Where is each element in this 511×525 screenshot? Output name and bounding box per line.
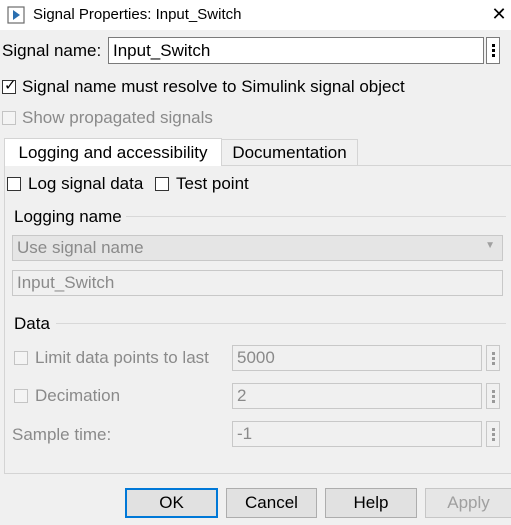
simulink-app-icon <box>7 6 25 24</box>
tab-documentation[interactable]: Documentation <box>221 139 358 166</box>
decimation-checkbox[interactable] <box>14 389 28 403</box>
log-signal-data-checkbox[interactable] <box>7 177 21 191</box>
decimation-value: 2 <box>237 386 247 405</box>
chevron-down-icon: ▼ <box>485 240 495 251</box>
logging-name-mode-value: Use signal name <box>17 238 144 257</box>
tab-logging-accessibility-label: Logging and accessibility <box>18 142 208 162</box>
tab-documentation-label: Documentation <box>232 142 347 162</box>
show-propagated-label: Show propagated signals <box>22 108 213 127</box>
checkmark-icon: ✓ <box>4 77 17 94</box>
ok-button[interactable]: OK <box>125 488 218 518</box>
cancel-button[interactable]: Cancel <box>226 488 317 518</box>
help-button-label: Help <box>353 493 389 512</box>
limit-data-points-input[interactable]: 5000 <box>232 345 482 371</box>
limit-data-points-label: Limit data points to last <box>35 348 209 367</box>
sample-time-value: -1 <box>237 424 253 443</box>
logging-name-input[interactable]: Input_Switch <box>12 270 503 296</box>
apply-button-label: Apply <box>447 493 490 512</box>
resolve-label: Signal name must resolve to Simulink sig… <box>22 77 405 96</box>
sample-time-input[interactable]: -1 <box>232 421 482 447</box>
group-divider <box>56 323 506 324</box>
group-divider <box>126 216 506 217</box>
sample-time-options-icon[interactable] <box>486 421 500 447</box>
logging-name-mode-select[interactable]: Use signal name ▼ <box>12 235 503 261</box>
help-button[interactable]: Help <box>325 488 417 518</box>
signal-name-value: Input_Switch <box>113 40 211 60</box>
signal-name-options-icon[interactable] <box>486 37 500 64</box>
test-point-checkbox[interactable] <box>155 177 169 191</box>
limit-options-icon[interactable] <box>486 345 500 371</box>
decimation-label: Decimation <box>35 386 121 405</box>
log-signal-data-label: Log signal data <box>28 174 144 193</box>
window-title: Signal Properties: Input_Switch <box>33 6 242 23</box>
show-propagated-checkbox[interactable] <box>2 111 16 125</box>
apply-button[interactable]: Apply <box>425 488 511 518</box>
cancel-button-label: Cancel <box>245 493 298 512</box>
logging-name-header: Logging name <box>14 207 122 226</box>
signal-name-input[interactable]: Input_Switch <box>108 37 484 64</box>
close-icon[interactable]: ✕ <box>490 4 508 24</box>
tab-logging-accessibility[interactable]: Logging and accessibility <box>4 138 222 166</box>
decimation-input[interactable]: 2 <box>232 383 482 409</box>
decimation-options-icon[interactable] <box>486 383 500 409</box>
signal-name-label: Signal name: <box>2 41 102 60</box>
resolve-checkbox[interactable]: ✓ <box>2 77 17 94</box>
limit-data-points-value: 5000 <box>237 348 275 367</box>
data-section-header: Data <box>14 314 50 333</box>
logging-name-value: Input_Switch <box>17 273 115 292</box>
test-point-label: Test point <box>176 174 249 193</box>
limit-data-points-checkbox[interactable] <box>14 351 28 365</box>
sample-time-label: Sample time: <box>12 425 112 444</box>
ok-button-label: OK <box>159 493 184 512</box>
